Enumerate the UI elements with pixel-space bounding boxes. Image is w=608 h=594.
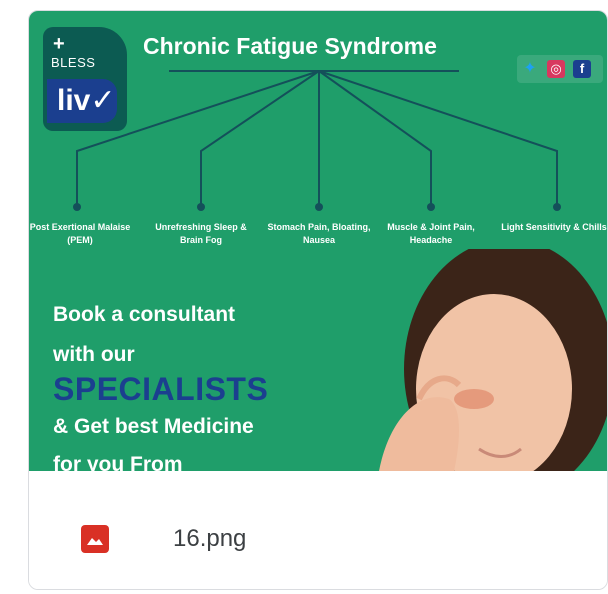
node-5 <box>553 203 561 211</box>
branch-1 <box>76 70 320 207</box>
node-4 <box>427 203 435 211</box>
image-preview[interactable]: + BLESS liv✓ Chronic Fatigue Syndrome ✦ … <box>29 11 607 471</box>
file-footer[interactable]: 16.png <box>29 471 607 589</box>
node-2 <box>197 203 205 211</box>
branch-nodes <box>73 203 561 211</box>
symptom-label-4: Muscle & Joint Pain, Headache <box>387 222 475 245</box>
node-1 <box>73 203 81 211</box>
file-name: 16.png <box>173 525 247 552</box>
image-file-icon <box>81 525 109 553</box>
cta-line-2: with our <box>53 343 135 366</box>
cta-line-4: & Get best Medicine <box>53 415 254 438</box>
branch-4 <box>318 70 432 207</box>
cta-line-5: for you From <box>53 453 183 471</box>
symptom-label-3: Stomach Pain, Bloating, Nausea <box>267 222 371 245</box>
hand-shape <box>379 397 459 471</box>
woman-headache-photo <box>379 249 607 471</box>
symptom-tree-diagram <box>73 70 561 211</box>
branch-5 <box>318 70 558 207</box>
symptom-label-5: Light Sensitivity & Chills <box>501 222 607 232</box>
cta-line-1: Book a consultant <box>53 303 236 326</box>
symptom-label-1: Post Exertional Malaise (PEM) <box>29 222 131 245</box>
mountain-icon <box>87 538 103 545</box>
file-card[interactable]: + BLESS liv✓ Chronic Fatigue Syndrome ✦ … <box>28 10 608 590</box>
tree-branches <box>76 70 558 207</box>
cta-line-3: SPECIALISTS <box>53 371 269 407</box>
symptom-label-2: Unrefreshing Sleep & Brain Fog <box>155 222 247 245</box>
node-3 <box>315 203 323 211</box>
eye-area <box>454 389 494 409</box>
